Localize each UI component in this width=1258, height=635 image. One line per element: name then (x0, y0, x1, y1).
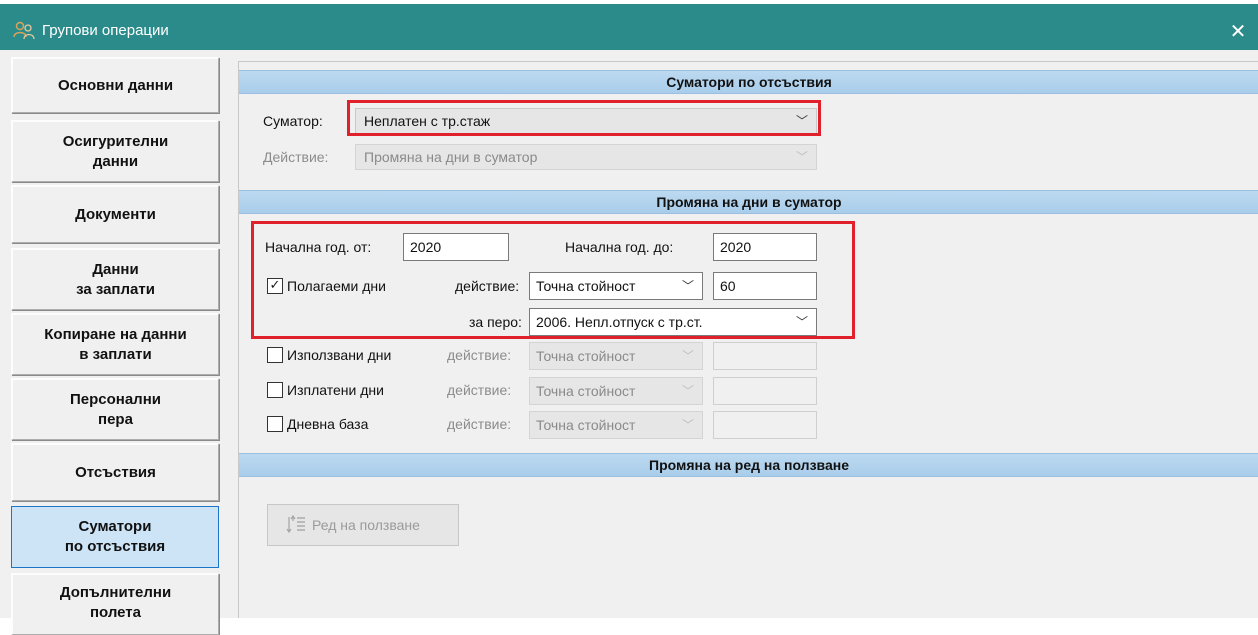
content-panel: Суматори по отсъствия Суматор: Неплатен … (238, 61, 1258, 618)
sidebar-item-insurance-data[interactable]: Осигурителни данни (11, 120, 219, 182)
chevron-down-icon: ﹀ (681, 349, 694, 363)
action-value: Промяна на дни в суматор (364, 149, 538, 165)
sort-order-icon (286, 514, 305, 534)
sidebar-item-absence-summators[interactable]: Суматори по отсъствия (11, 506, 219, 568)
used-days-action-value: Точна стойност (536, 348, 636, 364)
paid-days-action-label: действие: (447, 382, 512, 398)
daily-base-action-value: Точна стойност (536, 417, 636, 433)
dialog-body: Основни данни Осигурителни данни Докумен… (0, 50, 1258, 635)
change-days-highlight (251, 221, 855, 339)
paid-days-label: Изплатени дни (287, 382, 384, 398)
sidebar-item-absences[interactable]: Отсъствия (11, 443, 219, 501)
summator-label: Суматор: (263, 113, 323, 129)
daily-base-label: Дневна база (287, 416, 369, 432)
window-title: Групови операции (42, 22, 169, 39)
chevron-down-icon: ﹀ (795, 150, 808, 164)
sidebar-nav: Основни данни Осигурителни данни Докумен… (0, 50, 230, 635)
sidebar-item-copy-to-salary[interactable]: Копиране на данни в заплати (11, 313, 219, 375)
sidebar-item-additional-fields[interactable]: Допълнителни полета (11, 573, 219, 635)
section-header-summators: Суматори по отсъствия (239, 70, 1258, 94)
close-button[interactable]: ✕ (1218, 12, 1258, 50)
used-days-checkbox[interactable] (267, 347, 283, 363)
daily-base-action-label: действие: (447, 416, 512, 432)
paid-days-checkbox[interactable] (267, 382, 283, 398)
sidebar-item-salary-data[interactable]: Данни за заплати (11, 248, 219, 310)
chevron-down-icon: ﹀ (681, 418, 694, 432)
section-header-change-days: Промяна на дни в суматор (239, 190, 1258, 214)
summator-highlight (347, 100, 821, 136)
action-select[interactable]: Промяна на дни в суматор ﹀ (355, 144, 817, 170)
daily-base-action-select[interactable]: Точна стойност ﹀ (529, 411, 703, 439)
used-days-label: Използвани дни (287, 347, 392, 363)
used-days-action-select[interactable]: Точна стойност ﹀ (529, 342, 703, 370)
paid-days-action-value: Точна стойност (536, 383, 636, 399)
sidebar-item-basic-data[interactable]: Основни данни (11, 57, 219, 113)
title-bar: Групови операции ✕ (0, 0, 1258, 54)
daily-base-checkbox[interactable] (267, 416, 283, 432)
action-label: Действие: (263, 149, 329, 165)
paid-days-amount-input[interactable] (713, 377, 817, 405)
chevron-down-icon: ﹀ (681, 384, 694, 398)
daily-base-amount-input[interactable] (713, 411, 817, 439)
usage-order-button[interactable]: Ред на ползване (267, 504, 459, 546)
sidebar-item-documents[interactable]: Документи (11, 185, 219, 243)
sidebar-item-personal-items[interactable]: Персонални пера (11, 378, 219, 440)
usage-order-button-label: Ред на ползване (312, 517, 420, 533)
people-group-icon (13, 21, 35, 40)
paid-days-action-select[interactable]: Точна стойност ﹀ (529, 377, 703, 405)
used-days-action-label: действие: (447, 347, 512, 363)
used-days-amount-input[interactable] (713, 342, 817, 370)
section-header-usage-order: Промяна на ред на ползване (239, 453, 1258, 477)
